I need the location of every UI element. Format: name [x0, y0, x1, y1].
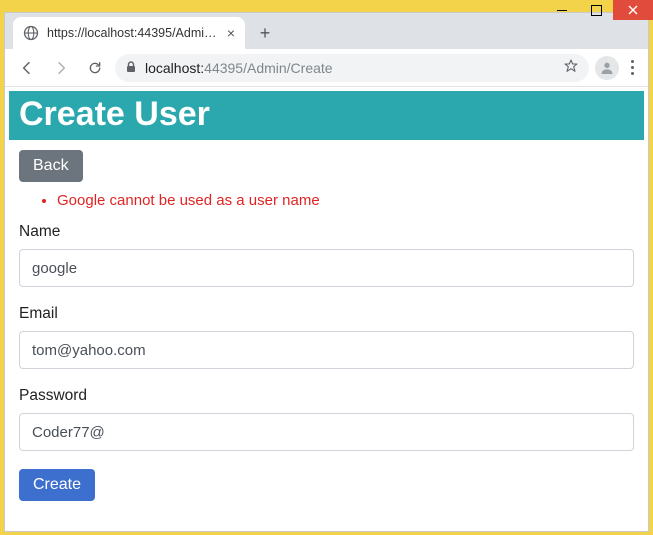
page-title: Create User: [9, 91, 644, 140]
email-input[interactable]: [19, 331, 634, 369]
password-input[interactable]: [19, 413, 634, 451]
validation-error-item: Google cannot be used as a user name: [57, 192, 634, 209]
reload-icon: [87, 60, 103, 76]
window-controls: [545, 0, 653, 20]
globe-icon: [23, 25, 39, 41]
reload-button[interactable]: [81, 54, 109, 82]
form-group-name: Name: [19, 223, 634, 287]
close-window-button[interactable]: [613, 0, 653, 20]
forward-nav-button[interactable]: [47, 54, 75, 82]
name-input[interactable]: [19, 249, 634, 287]
maximize-button[interactable]: [579, 0, 613, 20]
address-bar: localhost:44395/Admin/Create: [5, 49, 648, 87]
url-text: localhost:44395/Admin/Create: [145, 60, 555, 76]
browser-menu-button[interactable]: [625, 54, 640, 81]
back-nav-button[interactable]: [13, 54, 41, 82]
back-button[interactable]: Back: [19, 150, 83, 182]
dots-icon: [631, 60, 634, 63]
page-viewport: Create User Back Google cannot be used a…: [5, 87, 648, 531]
tab-title: https://localhost:44395/Admin/C: [47, 26, 219, 40]
profile-button[interactable]: [595, 56, 619, 80]
browser-window: https://localhost:44395/Admin/C × + loca…: [4, 12, 649, 532]
lock-icon: [125, 60, 137, 76]
browser-tab[interactable]: https://localhost:44395/Admin/C ×: [13, 17, 245, 49]
bookmark-button[interactable]: [563, 58, 579, 77]
minimize-button[interactable]: [545, 0, 579, 20]
close-icon: [628, 5, 638, 15]
new-tab-button[interactable]: +: [251, 19, 279, 47]
person-icon: [599, 60, 615, 76]
tab-close-icon[interactable]: ×: [227, 25, 235, 41]
url-input[interactable]: localhost:44395/Admin/Create: [115, 54, 589, 82]
star-icon: [563, 58, 579, 74]
password-label: Password: [19, 387, 634, 405]
form-group-email: Email: [19, 305, 634, 369]
page-content: Back Google cannot be used as a user nam…: [5, 140, 648, 511]
validation-errors: Google cannot be used as a user name: [57, 192, 634, 209]
name-label: Name: [19, 223, 634, 241]
email-label: Email: [19, 305, 634, 323]
arrow-right-icon: [53, 60, 69, 76]
form-group-password: Password: [19, 387, 634, 451]
create-button[interactable]: Create: [19, 469, 95, 501]
arrow-left-icon: [19, 60, 35, 76]
